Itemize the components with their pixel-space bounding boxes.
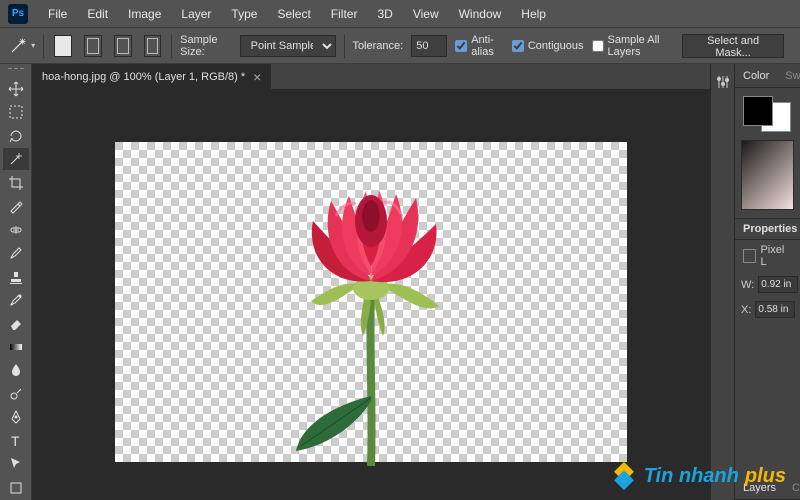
selection-new-button[interactable] [54,35,72,57]
options-bar: ▾ Sample Size: Point Sample Tolerance: A… [0,28,800,64]
selection-add-button[interactable] [84,35,102,57]
tool-dropdown-chevron-icon[interactable]: ▾ [31,41,35,50]
select-and-mask-button[interactable]: Select and Mask... [682,34,784,58]
divider [171,34,172,58]
tolerance-input[interactable] [411,35,447,57]
move-tool[interactable] [3,78,29,100]
anti-alias-label: Anti-alias [471,34,504,58]
watermark-text2: plus [745,465,786,488]
sample-all-layers-label: Sample All Layers [608,34,675,58]
width-row: W: [735,272,800,297]
document-tab[interactable]: hoa-hong.jpg @ 100% (Layer 1, RGB/8) * × [32,64,271,90]
menu-3d[interactable]: 3D [367,7,402,21]
pen-tool[interactable] [3,406,29,428]
divider [344,34,345,58]
menu-filter[interactable]: Filter [321,7,368,21]
tab-channels[interactable]: Ch [784,482,800,494]
stamp-tool[interactable] [3,265,29,287]
document-tab-label: hoa-hong.jpg @ 100% (Layer 1, RGB/8) * [42,71,245,83]
tolerance-label: Tolerance: [352,40,403,52]
right-dock-strip [710,64,734,500]
color-panel-tabs: Color Sw [735,64,800,88]
selection-subtract-button[interactable] [114,35,132,57]
history-brush-tool[interactable] [3,289,29,311]
watermark: Tin nhanh plus [610,462,786,490]
sample-all-layers-checkbox[interactable]: Sample All Layers [592,34,675,58]
shape-tool[interactable] [3,477,29,499]
contiguous-input[interactable] [512,40,524,52]
adjustments-icon[interactable] [715,74,731,90]
menu-bar: Ps File Edit Image Layer Type Select Fil… [0,0,800,28]
lasso-tool[interactable] [3,125,29,147]
eyedropper-tool[interactable] [3,195,29,217]
brush-tool[interactable] [3,242,29,264]
menu-window[interactable]: Window [449,7,512,21]
close-icon[interactable]: × [253,69,261,85]
x-row: X: [735,297,800,322]
color-chip[interactable] [743,96,791,132]
properties-type: Pixel L [735,240,800,272]
dodge-tool[interactable] [3,383,29,405]
tab-swatches[interactable]: Sw [777,70,800,82]
rose-image [241,146,501,466]
properties-header: Properties [735,218,800,240]
document-area: hoa-hong.jpg @ 100% (Layer 1, RGB/8) * × [32,64,710,500]
right-panels: Color Sw Properties Pixel L W: X: Layers… [734,64,800,500]
menu-view[interactable]: View [403,7,449,21]
blur-tool[interactable] [3,359,29,381]
ps-logo: Ps [8,4,28,24]
color-spectrum[interactable] [741,140,794,210]
divider [43,34,44,58]
contiguous-label: Contiguous [528,40,584,52]
tab-color[interactable]: Color [735,70,777,82]
marquee-tool[interactable] [3,101,29,123]
canvas-viewport[interactable] [32,90,710,500]
selection-intersect-button[interactable] [144,35,162,57]
svg-text:T: T [11,433,20,449]
magic-wand-icon [8,34,27,58]
menu-image[interactable]: Image [118,7,171,21]
anti-alias-checkbox[interactable]: Anti-alias [455,34,504,58]
menu-layer[interactable]: Layer [171,7,221,21]
fg-color-swatch[interactable] [743,96,773,126]
x-input[interactable] [755,301,795,318]
width-input[interactable] [758,276,798,293]
menu-type[interactable]: Type [221,7,267,21]
text-tool[interactable]: T [3,430,29,452]
gradient-tool[interactable] [3,336,29,358]
tools-panel: T [0,64,32,500]
sample-size-select[interactable]: Point Sample [240,35,336,57]
canvas[interactable] [115,142,627,462]
menu-select[interactable]: Select [267,7,320,21]
document-tabs: hoa-hong.jpg @ 100% (Layer 1, RGB/8) * × [32,64,710,90]
pixel-layer-icon [743,249,756,263]
menu-file[interactable]: File [38,7,77,21]
width-label: W: [741,279,754,291]
x-label: X: [741,304,751,316]
watermark-text1: Tin nhanh [644,465,739,488]
anti-alias-input[interactable] [455,40,467,52]
sample-size-label: Sample Size: [180,34,231,58]
sample-all-layers-input[interactable] [592,40,604,52]
watermark-logo-icon [610,462,638,490]
main-area: T hoa-hong.jpg @ 100% (Layer 1, RGB/8) *… [0,64,800,500]
healing-brush-tool[interactable] [3,218,29,240]
contiguous-checkbox[interactable]: Contiguous [512,40,584,52]
menu-help[interactable]: Help [511,7,556,21]
properties-type-label: Pixel L [760,244,792,268]
path-selection-tool[interactable] [3,453,29,475]
menu-edit[interactable]: Edit [77,7,118,21]
crop-tool[interactable] [3,171,29,193]
magic-wand-tool[interactable] [3,148,29,170]
panel-handle-icon[interactable] [3,68,29,74]
eraser-tool[interactable] [3,312,29,334]
